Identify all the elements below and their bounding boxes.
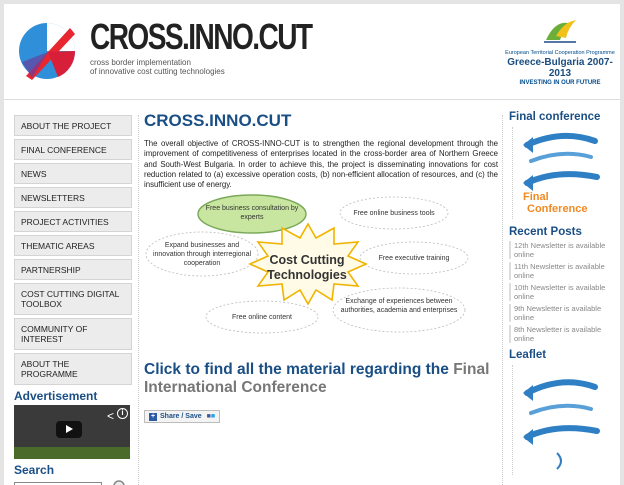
- nav-item-newsletters[interactable]: NEWSLETTERS: [14, 187, 132, 208]
- bubble-executive-training: Free executive training: [378, 255, 450, 263]
- post-link[interactable]: 12th Newsletter is available online: [509, 241, 617, 259]
- header: CROSS.INNO.CUT cross border implementati…: [4, 4, 620, 100]
- right-sidebar: Final conference Final Conference Recent…: [509, 110, 617, 475]
- nav-item-thematic-areas[interactable]: THEMATIC AREAS: [14, 235, 132, 256]
- nav-item-community[interactable]: COMMUNITY OF INTEREST: [14, 318, 132, 350]
- video-thumbnail-strip: [14, 447, 130, 459]
- recent-posts-list: 12th Newsletter is available online 11th…: [509, 241, 617, 343]
- conference-link[interactable]: Click to find all the material regarding…: [144, 361, 498, 397]
- search-heading: Search: [14, 463, 55, 477]
- nav-item-digital-toolbox[interactable]: COST CUTTING DIGITAL TOOLBOX: [14, 283, 132, 315]
- main-content: CROSS.INNO.CUT The overall objective of …: [144, 110, 498, 424]
- search-form: [14, 479, 132, 485]
- post-link[interactable]: 11th Newsletter is available online: [509, 262, 617, 280]
- bubble-business-consultation: Free business consultation by experts: [205, 205, 299, 222]
- search-icon[interactable]: [112, 479, 130, 485]
- logo-subtitle-line1: cross border implementation: [90, 58, 191, 67]
- programme-slogan: INVESTING IN OUR FUTURE: [519, 80, 601, 86]
- logo-subtitle-line2: of innovative cost cutting technologies: [90, 67, 225, 76]
- nav-item-about-programme[interactable]: ABOUT THE PROGRAMME: [14, 353, 132, 385]
- nav-item-partnership[interactable]: PARTNERSHIP: [14, 259, 132, 280]
- conference-link-text[interactable]: Click to find all the material regarding…: [144, 361, 453, 378]
- final-conference-heading: Final conference: [509, 111, 601, 123]
- left-divider: [138, 115, 139, 485]
- programme-emblem-icon: [544, 20, 576, 43]
- share-save-button[interactable]: + Share / Save ■■: [144, 410, 221, 424]
- info-icon[interactable]: i: [117, 408, 128, 419]
- bubble-expand-businesses: Expand businesses and innovation through…: [152, 242, 252, 268]
- conference-arrows-icon: [523, 132, 600, 191]
- services-diagram: Free business consultation by experts Fr…: [144, 192, 498, 338]
- post-link[interactable]: 8th Newsletter is available online: [509, 325, 617, 343]
- leaflet-heading: Leaflet: [509, 349, 547, 361]
- play-icon[interactable]: [56, 421, 82, 438]
- nav-item-final-conference[interactable]: FINAL CONFERENCE: [14, 139, 132, 160]
- nav-item-project-activities[interactable]: PROJECT ACTIVITIES: [14, 211, 132, 232]
- final-conference-banner[interactable]: Final Conference: [512, 127, 602, 219]
- programme-logo[interactable]: European Territorial Cooperation Program…: [504, 14, 616, 87]
- bubble-online-content: Free online content: [232, 314, 292, 322]
- right-divider: [502, 115, 503, 485]
- programme-name: European Territorial Cooperation Program…: [505, 50, 615, 56]
- add-icon: +: [149, 413, 157, 422]
- leaflet-arrows-icon: [523, 379, 600, 470]
- leaflet-image[interactable]: [512, 365, 602, 475]
- post-link[interactable]: 10th Newsletter is available online: [509, 283, 617, 301]
- twitter-icon: ■: [210, 413, 216, 421]
- sidebar: ABOUT THE PROJECT FINAL CONFERENCE NEWS …: [14, 115, 132, 485]
- bubble-online-tools: Free online business tools: [353, 210, 435, 218]
- recent-posts-heading: Recent Posts: [509, 226, 582, 238]
- bubble-exchange-experiences: Exchange of experiences between authorit…: [340, 298, 458, 315]
- nav-item-news[interactable]: NEWS: [14, 163, 132, 184]
- diagram-center-label: Cost Cutting Technologies: [267, 253, 347, 283]
- programme-region: Greece-Bulgaria 2007-2013: [507, 57, 613, 79]
- final-banner-word2: Conference: [527, 203, 588, 215]
- share-icon[interactable]: <: [107, 409, 114, 423]
- share-save-label: Share / Save: [160, 413, 202, 421]
- page-title: CROSS.INNO.CUT: [144, 111, 292, 130]
- advertisement-video[interactable]: < i: [14, 405, 130, 459]
- logo-subtitle: cross border implementation of innovativ…: [90, 58, 225, 76]
- page: CROSS.INNO.CUT cross border implementati…: [4, 4, 620, 485]
- final-banner-word1: Final: [523, 191, 549, 203]
- post-link[interactable]: 9th Newsletter is available online: [509, 304, 617, 322]
- advertisement-heading: Advertisement: [14, 389, 98, 403]
- nav-item-about-project[interactable]: ABOUT THE PROJECT: [14, 115, 132, 136]
- cross-inno-cut-logo-icon[interactable]: [18, 22, 76, 80]
- logo-title[interactable]: CROSS.INNO.CUT: [90, 18, 313, 56]
- intro-text: The overall objective of CROSS-INNO-CUT …: [144, 139, 498, 190]
